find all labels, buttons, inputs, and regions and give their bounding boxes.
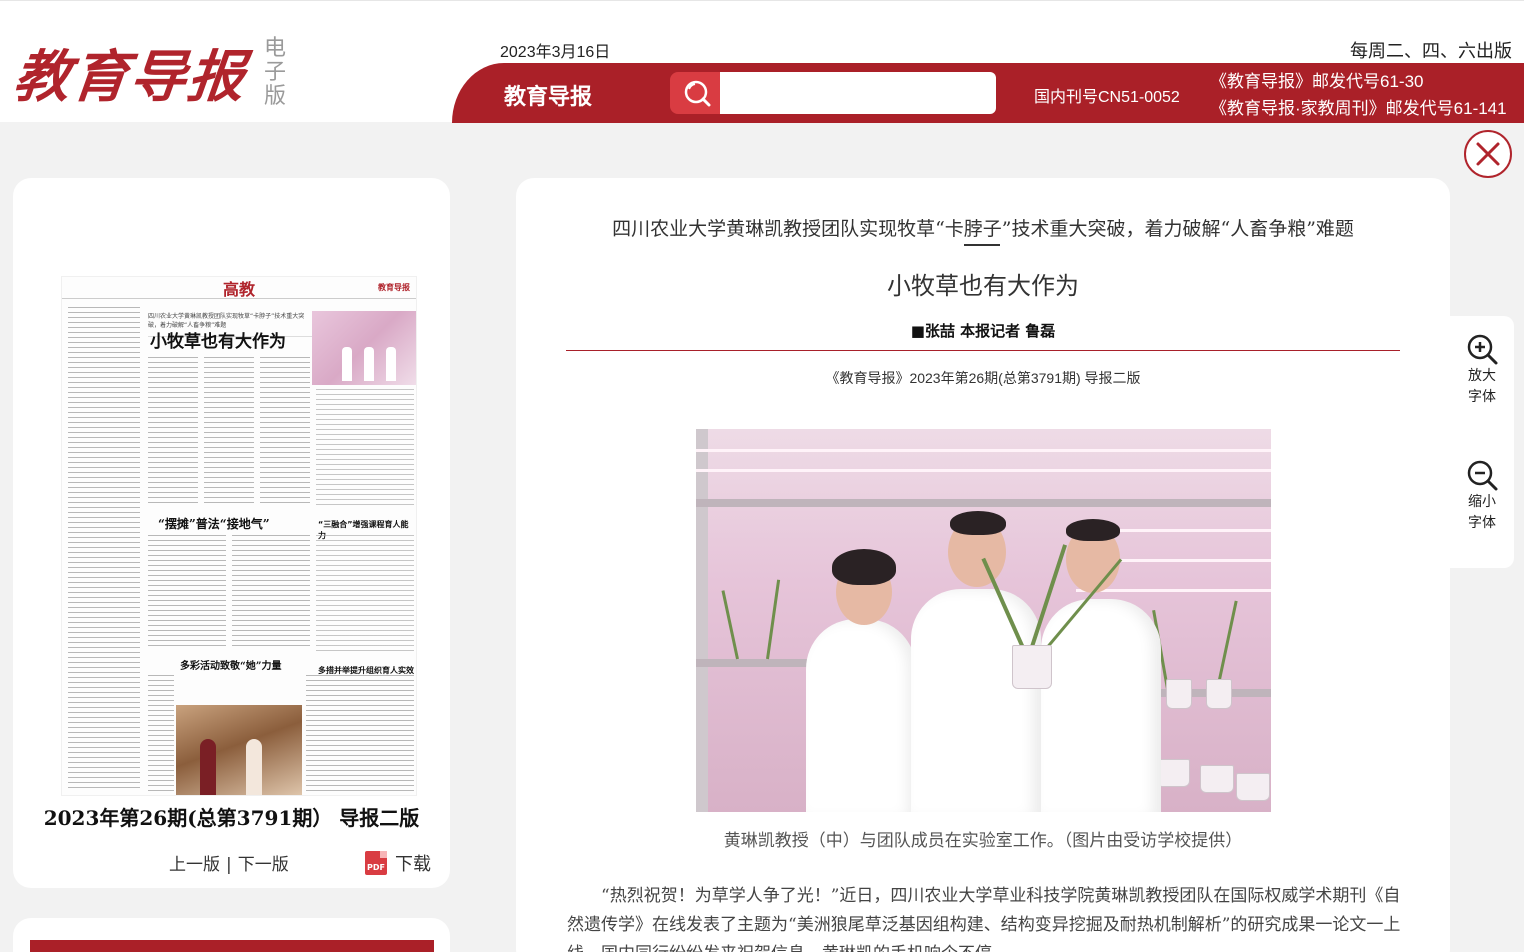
pdf-icon: PDF — [365, 851, 387, 875]
header-red-bar: 教育导报 国内刊号CN51-0052 《教育导报》邮发代号61-30 《教育导报… — [452, 63, 1524, 123]
logo-title: 教育导报 — [10, 44, 250, 110]
next-page-link[interactable]: 下一版 — [238, 855, 289, 875]
thumbnail-text-column — [68, 307, 140, 792]
zoom-out-button[interactable]: 缩小字体 — [1450, 458, 1514, 534]
zoom-in-icon — [1467, 334, 1498, 365]
postal-code-main: 《教育导报》邮发代号61-30 — [1210, 72, 1424, 91]
thumbnail-text-column — [204, 357, 254, 507]
thumbnail-headline: 小牧草也有大作为 — [150, 332, 286, 352]
thumbnail-subheadline-1: “摆摊”普法“接地气” — [158, 517, 270, 531]
paper-name: 教育导报 — [504, 85, 593, 110]
headline-divider — [566, 350, 1400, 351]
article-list-header-bar — [30, 940, 434, 952]
publish-schedule: 每周二、四、六出版 — [1350, 41, 1512, 61]
kicker-dash — [964, 244, 1000, 246]
zoom-in-button[interactable]: 放大字体 — [1450, 332, 1514, 408]
thumbnail-text-column — [260, 357, 310, 507]
article-headline: 小牧草也有大作为 — [887, 272, 1079, 300]
article-byline: ■张喆 本报记者 鲁磊 — [910, 322, 1056, 340]
newspaper-page-thumbnail[interactable]: 高教 教育导报 四川农业大学黄琳凯教授团队实现牧草“卡脖子”技术重大突破，着力破… — [61, 276, 417, 796]
thumbnail-photo-activity — [176, 705, 302, 795]
thumbnail-text-column — [316, 389, 414, 507]
nav-separator: | — [226, 855, 232, 875]
article-list-panel — [13, 918, 450, 952]
thumbnail-section-title: 高教 — [222, 279, 255, 299]
article-source: 《教育导报》2023年第26期(总第3791期) 导报二版 — [825, 370, 1141, 386]
thumbnail-subheadline-3: 多彩活动致敬“她”力量 — [180, 661, 282, 672]
site-logo[interactable]: 教育导报 电子版 — [11, 37, 290, 113]
zoom-out-icon — [1467, 460, 1498, 491]
search-button[interactable] — [670, 72, 722, 114]
thumbnail-text-column — [232, 535, 310, 647]
domestic-issn: 国内刊号CN51-0052 — [1034, 89, 1180, 106]
download-label: 下载 — [395, 854, 431, 875]
page-navigation: 上一版 | 下一版 — [169, 850, 289, 875]
thumbnail-text-column — [306, 675, 414, 793]
close-button[interactable] — [1464, 130, 1512, 178]
article-body: “热烈祝贺！为草学人争了光！”近日，四川农业大学草业科技学院黄琳凯教授团队在国际… — [567, 886, 1401, 952]
thumbnail-masthead: 教育导报 — [378, 283, 410, 292]
pdf-download-button[interactable]: PDF 下载 — [365, 850, 431, 876]
prev-page-link[interactable]: 上一版 — [169, 855, 220, 875]
postal-codes: 《教育导报》邮发代号61-30 《教育导报·家教周刊》邮发代号61-141 — [1210, 68, 1507, 122]
thumbnail-text-column — [148, 535, 226, 647]
article-photo — [696, 429, 1271, 812]
thumbnail-text-column — [148, 675, 174, 793]
article-panel: 四川农业大学黄琳凯教授团队实现牧草“卡脖子”技术重大突破，着力破解“人畜争粮”难… — [516, 178, 1450, 952]
thumbnail-text-column — [316, 535, 414, 655]
issue-date: 2023年3月16日 — [500, 44, 611, 61]
zoom-out-label: 缩小字体 — [1468, 494, 1496, 531]
photo-caption: 黄琳凯教授（中）与团队成员在实验室工作。（图片由受访学校提供） — [723, 831, 1243, 851]
page-navigator-panel: 高教 教育导报 四川农业大学黄琳凯教授团队实现牧草“卡脖子”技术重大突破，着力破… — [13, 178, 450, 888]
postal-code-family: 《教育导报·家教周刊》邮发代号61-141 — [1210, 99, 1507, 118]
site-header: 教育导报 电子版 2023年3月16日 每周二、四、六出版 教育导报 国内刊号C… — [0, 0, 1524, 123]
close-icon — [1476, 142, 1500, 166]
search-icon — [684, 80, 711, 107]
logo-subtitle: 电子版 — [263, 36, 286, 109]
issue-label: 2023年第26期(总第3791期） 导报二版 — [43, 806, 420, 830]
font-size-toolbar: 放大字体 缩小字体 — [1450, 316, 1514, 568]
article-kicker: 四川农业大学黄琳凯教授团队实现牧草“卡脖子”技术重大突破，着力破解“人畜争粮”难… — [612, 218, 1354, 240]
thumbnail-photo-lab — [312, 311, 416, 385]
search-input[interactable] — [720, 72, 996, 114]
zoom-in-label: 放大字体 — [1468, 368, 1496, 405]
thumbnail-text-column — [148, 357, 198, 507]
thumbnail-section-header: 高教 — [62, 277, 416, 299]
